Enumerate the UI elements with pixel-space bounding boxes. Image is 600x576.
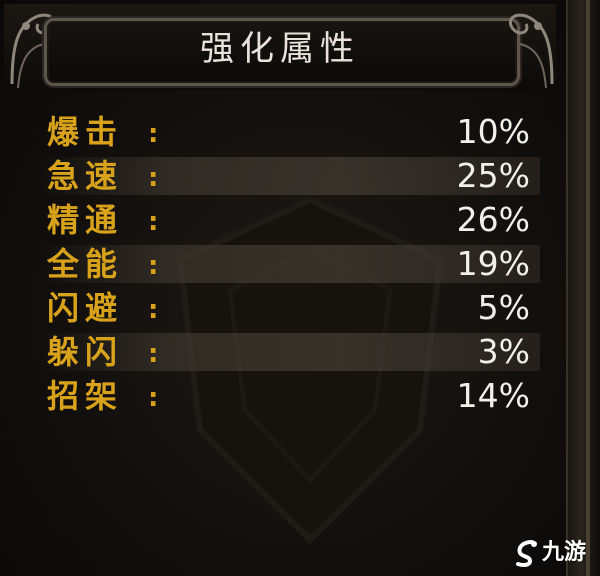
stat-value: 25% (456, 156, 530, 195)
stat-label: 全能 (47, 245, 124, 283)
stat-label: 急速 (47, 157, 124, 195)
stat-value: 19% (456, 244, 530, 283)
stat-colon: : (148, 207, 159, 237)
stat-colon: : (148, 383, 159, 413)
watermark-text: 九游 (542, 540, 587, 565)
stats-panel: 强化属性 爆击 : 10% 急速 : 25% 精通 : 26% 全能 : 19%… (0, 0, 600, 576)
stat-label: 躲闪 (47, 333, 124, 371)
stat-value: 14% (456, 376, 530, 415)
stat-label: 精通 (47, 201, 124, 239)
stat-value: 10% (456, 112, 530, 151)
stat-row-crit: 爆击 : 10% (40, 112, 540, 152)
stat-row-dodge: 闪避 : 5% (40, 288, 540, 328)
stat-colon: : (148, 119, 159, 149)
watermark: 九游 (512, 536, 598, 572)
stat-colon: : (148, 163, 159, 193)
panel-right-border (566, 0, 600, 576)
stat-row-parry: 招架 : 14% (40, 376, 540, 416)
stat-label: 闪避 (47, 289, 124, 327)
stat-value: 26% (456, 200, 530, 239)
header-bar: 强化属性 (4, 4, 556, 90)
stat-value: 5% (477, 288, 530, 327)
stat-colon: : (148, 295, 159, 325)
stat-label: 爆击 (47, 113, 124, 151)
stat-label: 招架 (47, 377, 124, 415)
jiuyou-logo-icon (516, 540, 537, 567)
stat-colon: : (148, 339, 159, 369)
page-title: 强化属性 (200, 29, 360, 69)
stat-value: 3% (477, 332, 530, 371)
stat-row-versatility: 全能 : 19% (40, 245, 540, 283)
stat-row-evade: 躲闪 : 3% (40, 333, 540, 371)
corner-flourish-right-icon (509, 13, 554, 89)
stat-row-haste: 急速 : 25% (40, 157, 540, 195)
stat-colon: : (148, 251, 159, 281)
stat-row-mastery: 精通 : 26% (40, 200, 540, 240)
panel-right-border-line (586, 0, 590, 576)
